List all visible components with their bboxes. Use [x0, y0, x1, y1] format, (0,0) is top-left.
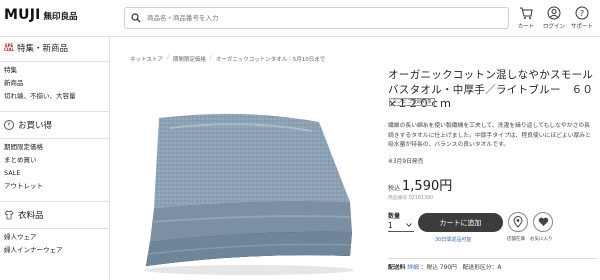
- breadcrumb: ネットストア / 期間限定価格 / オーガニックコットンタオル｜5月10日まで: [130, 55, 325, 63]
- cart-icon: [520, 7, 533, 19]
- release-date: ※3月9日発売: [388, 159, 424, 165]
- product-description: 繊維の長い綿糸を使い製織機を工夫して、洗濯を繰り返してもしなやかさの長続きするタ…: [388, 123, 591, 148]
- special-badge-icon: SPE CIAL: [4, 42, 15, 52]
- add-to-cart-button[interactable]: カートに追加: [418, 213, 503, 232]
- breadcrumb-item[interactable]: 期間限定価格: [173, 55, 206, 63]
- divider: [388, 258, 598, 259]
- login-label: ログイン: [543, 24, 566, 30]
- sidebar-item-feature[interactable]: 特集: [0, 64, 109, 77]
- shirt-icon: [4, 210, 14, 220]
- heart-icon: [538, 217, 548, 226]
- svg-text:?: ?: [580, 9, 584, 18]
- sidebar-item-offcuts[interactable]: 切れ端、不揃い、大容量: [0, 90, 109, 103]
- divider: [0, 61, 109, 62]
- section-special-title[interactable]: SPE CIAL 特集・新商品: [0, 37, 109, 59]
- sidebar-item-bulk[interactable]: まとめ買い: [0, 154, 109, 167]
- product-image: [144, 113, 354, 275]
- divider: [0, 111, 109, 112]
- section-apparel-label: 衣料品: [18, 211, 44, 221]
- divider: [0, 138, 109, 139]
- return-policy-link[interactable]: 30日間返品可能: [435, 236, 471, 243]
- sidebar-item-limited-price[interactable]: 期間限定価格: [0, 141, 109, 154]
- breadcrumb-item[interactable]: ネットストア: [130, 55, 163, 63]
- search-input[interactable]: [147, 9, 487, 27]
- muji-logo[interactable]: MUJI 無印良品: [4, 7, 78, 23]
- quantity-select[interactable]: 1: [388, 219, 414, 232]
- section-apparel-title[interactable]: 衣料品: [0, 204, 109, 226]
- map-pin-icon: [513, 216, 523, 228]
- logo-text: MUJI: [4, 7, 41, 23]
- price-block: 税込 1,590円: [388, 175, 452, 194]
- section-special-label: 特集・新商品: [17, 44, 69, 54]
- shipping-detail-link[interactable]: 詳細: [407, 265, 419, 271]
- quantity-value: 1: [388, 220, 393, 230]
- breadcrumb-item: オーガニックコットンタオル｜5月10日まで: [215, 57, 326, 63]
- shipping-text: ：税込 790円 配送形区分：A: [420, 265, 502, 271]
- search-icon[interactable]: [125, 8, 147, 28]
- cart-button[interactable]: カート: [517, 6, 535, 30]
- section-deals-title[interactable]: ¥ お買い得: [0, 114, 109, 136]
- sidebar-item-womens-wear[interactable]: 婦人ウェア: [0, 231, 109, 244]
- category-sidebar: SPE CIAL 特集・新商品 特集 新商品 切れ端、不揃い、大容量 ¥ お買い…: [0, 37, 110, 280]
- divider: [0, 201, 109, 202]
- search-box[interactable]: [124, 7, 509, 29]
- section-deals-label: お買い得: [18, 121, 53, 131]
- login-icon: [547, 6, 561, 20]
- shipping-info: 配送料 詳細 ：税込 790円 配送形区分：A: [388, 262, 501, 271]
- price-tax-label: 税込: [388, 185, 401, 192]
- store-stock-label: 店舗在庫: [507, 237, 525, 242]
- logo-jp-text: 無印良品: [43, 12, 78, 22]
- shipping-label: 配送料: [388, 265, 406, 271]
- sidebar-item-womens-inner[interactable]: 婦人インナーウェア: [0, 244, 109, 257]
- price-value: 1,590円: [402, 179, 453, 194]
- cart-label: カート: [517, 24, 535, 30]
- support-button[interactable]: ? サポート: [571, 6, 594, 30]
- support-icon: ?: [575, 6, 589, 20]
- chevron-down-icon: [406, 223, 412, 227]
- breadcrumb-separator: /: [209, 55, 212, 61]
- divider: [0, 228, 109, 229]
- favorite-button[interactable]: [533, 212, 553, 232]
- login-button[interactable]: ログイン: [543, 6, 566, 30]
- store-stock-button[interactable]: [508, 212, 528, 232]
- sidebar-item-new[interactable]: 新商品: [0, 77, 109, 90]
- sidebar-item-outlet[interactable]: アウトレット: [0, 180, 109, 193]
- yen-icon: ¥: [4, 120, 14, 130]
- convenience-pickup-badge: コンビニ受取対象: [389, 98, 436, 106]
- sidebar-item-sale[interactable]: SALE: [0, 167, 109, 180]
- breadcrumb-separator: /: [167, 55, 169, 61]
- favorite-label: お気に入り: [530, 237, 553, 242]
- product-sku: 商品番号 02181390: [388, 196, 434, 201]
- site-header: MUJI 無印良品 カート ログイン ? サポート: [0, 0, 600, 37]
- support-label: サポート: [571, 24, 594, 30]
